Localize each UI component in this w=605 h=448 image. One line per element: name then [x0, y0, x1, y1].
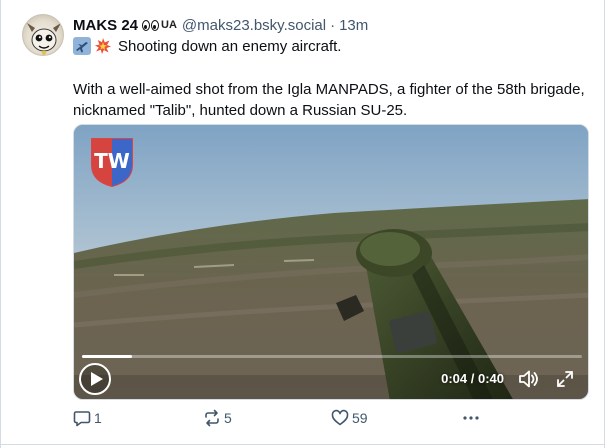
post-actions: 1 5 59: [73, 409, 593, 431]
fullscreen-icon[interactable]: [556, 370, 574, 388]
ellipsis-icon: [463, 416, 479, 420]
name-suffix: UA: [161, 19, 177, 31]
video-progress-fill: [82, 355, 132, 358]
reply-count: 1: [94, 410, 102, 426]
volume-muted-icon[interactable]: [518, 369, 540, 389]
video-duration: 0:40: [477, 371, 504, 386]
like-count: 59: [352, 410, 368, 426]
airplane-icon: [73, 37, 91, 55]
display-name[interactable]: MAKS 24: [73, 17, 138, 34]
video-progress-bar[interactable]: [82, 355, 582, 358]
video-player[interactable]: TW 0:04 / 0:40: [73, 124, 589, 400]
separator-dot: ·: [330, 16, 336, 34]
play-icon: [90, 372, 103, 386]
video-time-separator: /: [467, 371, 478, 386]
collision-icon: [95, 38, 111, 54]
reply-icon: [73, 411, 91, 427]
repost-button[interactable]: 5: [203, 409, 232, 427]
heart-icon: [331, 409, 349, 426]
play-button[interactable]: [79, 363, 111, 395]
post-body-text: With a well-aimed shot from the Igla MAN…: [73, 81, 585, 119]
repost-icon: [205, 409, 219, 427]
reply-button[interactable]: 1: [73, 409, 102, 427]
like-button[interactable]: 59: [331, 409, 368, 427]
brigade-logo: TW: [91, 138, 133, 187]
eyes-emoji-icon: [142, 19, 160, 31]
logo-letters: TW: [94, 149, 130, 173]
video-current-time: 0:04: [441, 371, 468, 386]
user-handle[interactable]: @maks23.bsky.social: [182, 17, 326, 34]
repost-count: 5: [224, 410, 232, 426]
post-header: MAKS 24 UA @maks23.bsky.social · 13m: [73, 15, 368, 35]
avatar[interactable]: [22, 14, 64, 56]
avatar-image: [27, 23, 61, 55]
post-first-line: Shooting down an enemy aircraft.: [73, 37, 341, 55]
post-first-line-text: Shooting down an enemy aircraft.: [118, 37, 342, 55]
video-time-readout: 0:04 / 0:40: [441, 371, 504, 386]
post-bottom-border: [0, 444, 605, 445]
video-frame-image: [74, 125, 588, 399]
post-timestamp[interactable]: 13m: [339, 17, 368, 34]
more-options-button[interactable]: [462, 409, 483, 427]
post-card[interactable]: MAKS 24 UA @maks23.bsky.social · 13m Sho…: [0, 0, 605, 444]
